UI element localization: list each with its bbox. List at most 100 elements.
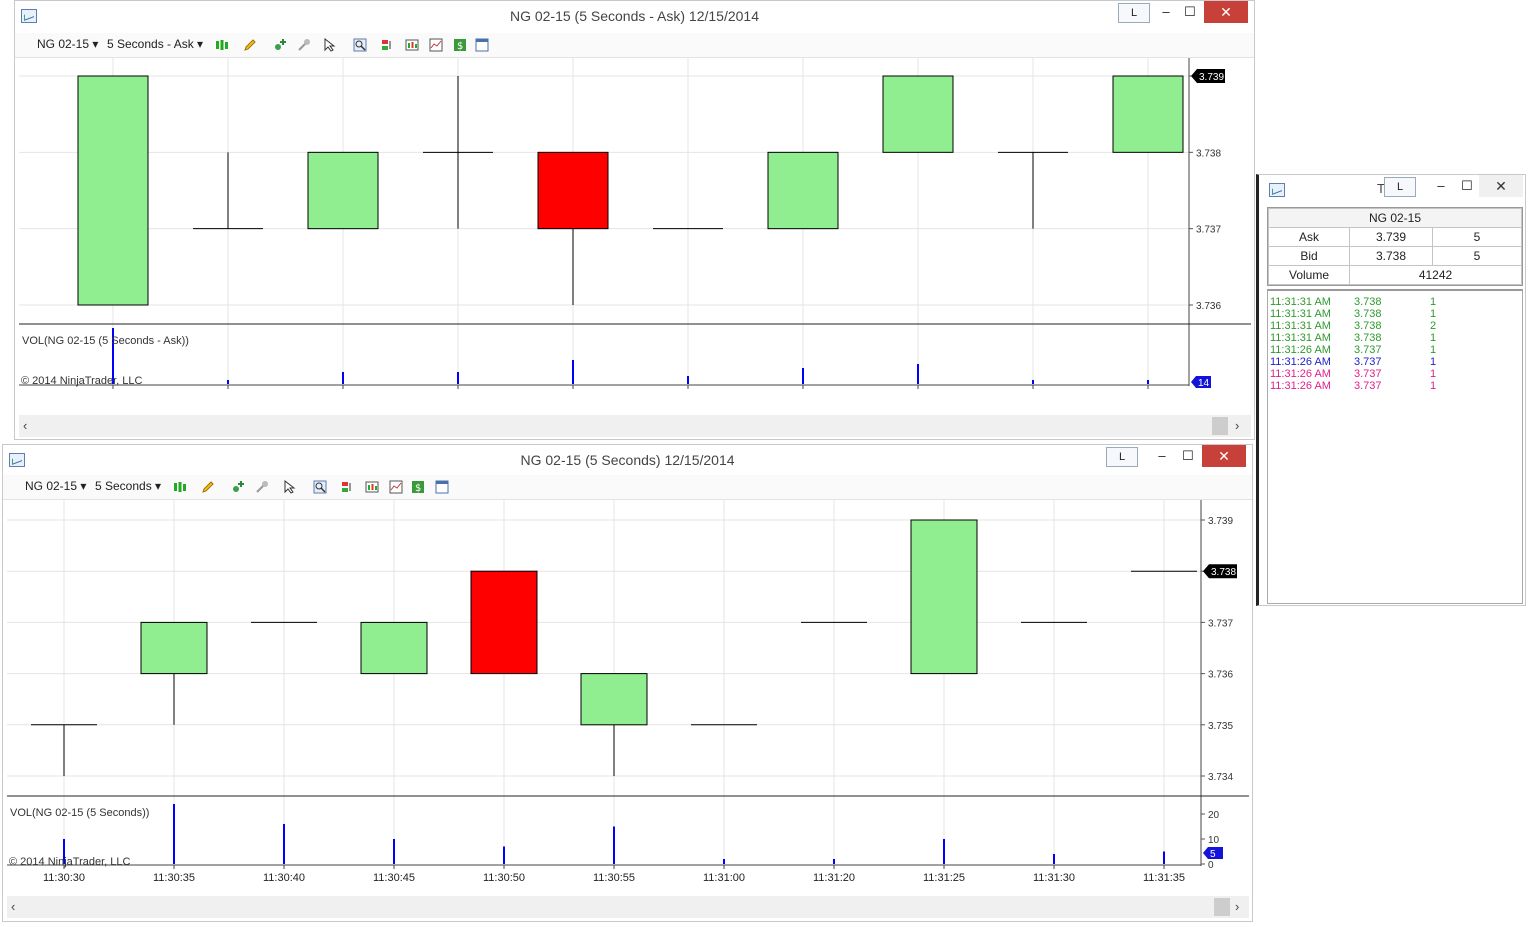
maximize-button[interactable]: ☐ — [1180, 1, 1200, 23]
close-button[interactable]: ✕ — [1479, 175, 1523, 197]
indicators-icon[interactable] — [429, 38, 443, 52]
time-tick-label: 11:30:30 — [43, 872, 85, 884]
strategies-icon[interactable]: $ — [411, 480, 425, 494]
maximize-button[interactable]: ☐ — [1178, 445, 1198, 467]
trade-time: 11:31:31 AM — [1270, 308, 1331, 320]
close-button[interactable]: ✕ — [1204, 1, 1248, 23]
scroll-left-icon[interactable]: ‹ — [23, 418, 27, 433]
period-label: 5 Seconds - Ask — [107, 37, 194, 51]
candle-up — [307, 151, 379, 230]
instrument-selector[interactable]: NG 02-15 ▾ — [25, 479, 86, 493]
scroll-right-icon[interactable]: › — [1235, 899, 1239, 914]
scroll-left-icon[interactable]: ‹ — [11, 899, 15, 914]
current-price-label: 3.738 — [1211, 567, 1236, 578]
add-indicator-icon[interactable] — [273, 38, 287, 52]
price-tick-label: 3.734 — [1208, 772, 1233, 783]
bid-price: 3.738 — [1349, 246, 1433, 266]
top-price-chart[interactable]: 3.739 3.738 3.737 3.736 11:30:35 11:30:40 11:3… — [19, 58, 1251, 393]
trade-size: 1 — [1430, 308, 1437, 320]
trade-time: 11:31:31 AM — [1270, 320, 1331, 332]
minimize-button[interactable]: – — [1152, 445, 1172, 467]
drawing-pencil-icon[interactable] — [201, 480, 215, 494]
link-button[interactable]: L — [1118, 3, 1150, 23]
trades-list[interactable]: 11:31:31 AM 3.738 1 11:31:31 AM 3.738 1 11:31:… — [1267, 289, 1523, 604]
horizontal-scrollbar[interactable]: ‹ › — [7, 896, 1249, 918]
price-tick-label: 3.736 — [1196, 301, 1221, 312]
zoom-icon[interactable] — [353, 38, 367, 52]
time-tick-label: 11:31:35 — [1127, 392, 1169, 393]
strategy-icon[interactable] — [255, 480, 269, 494]
trade-row: 11:31:26 AM 3.737 1 — [1268, 380, 1518, 392]
trade-price: 3.738 — [1354, 332, 1382, 344]
trade-time: 11:31:26 AM — [1270, 380, 1331, 392]
period-selector[interactable]: 5 Seconds - Ask ▾ — [107, 37, 203, 51]
data-series-icon[interactable] — [365, 480, 379, 494]
time-and-sales-window: T L – ☐ ✕ NG 02-15 Ask 3.739 5 Bid 3.738… — [1256, 174, 1526, 606]
top-chart-titlebar[interactable]: NG 02-15 (5 Seconds - Ask) 12/15/2014 L … — [15, 1, 1254, 33]
candle-up — [140, 621, 208, 675]
scroll-thumb[interactable] — [1214, 898, 1230, 916]
horizontal-scrollbar[interactable]: ‹ › — [19, 415, 1251, 437]
cursor-icon[interactable] — [283, 480, 297, 494]
scroll-right-icon[interactable]: › — [1235, 418, 1239, 433]
trade-size: 1 — [1430, 296, 1437, 308]
minimize-button[interactable]: – — [1431, 175, 1451, 197]
candle-down — [537, 151, 609, 230]
bottom-chart-titlebar[interactable]: NG 02-15 (5 Seconds) 12/15/2014 L – ☐ ✕ — [3, 445, 1252, 477]
candle-up — [910, 519, 978, 675]
ask-price: 3.739 — [1349, 227, 1433, 247]
volume-tick-label: 0 — [1208, 860, 1214, 871]
time-tick-label: 11:30:50 — [483, 872, 525, 884]
time-tick-label: 11:30:40 — [263, 872, 305, 884]
cursor-icon[interactable] — [323, 38, 337, 52]
properties-icon[interactable] — [475, 38, 489, 52]
order-entry-icon[interactable] — [381, 38, 395, 52]
candle-up — [580, 673, 648, 726]
time-tick-label: 11:30:35 — [153, 872, 195, 884]
indicators-icon[interactable] — [389, 480, 403, 494]
strategy-icon[interactable] — [297, 38, 311, 52]
trade-size: 1 — [1430, 332, 1437, 344]
volume-tick-label: 20 — [1208, 810, 1220, 821]
trade-row: 11:31:26 AM 3.737 1 — [1268, 344, 1518, 356]
candle-up — [1112, 75, 1184, 153]
time-tick-label: 11:30:35 — [92, 392, 134, 393]
ts-app-icon — [1269, 183, 1285, 197]
trade-price: 3.737 — [1354, 368, 1382, 380]
trade-row: 11:31:31 AM 3.738 1 — [1268, 332, 1518, 344]
chart-style-icon[interactable] — [173, 480, 187, 494]
trade-price: 3.738 — [1354, 296, 1382, 308]
trade-row: 11:31:31 AM 3.738 1 — [1268, 296, 1518, 308]
properties-icon[interactable] — [435, 480, 449, 494]
bid-label: Bid — [1268, 246, 1350, 266]
current-volume-label: 14 — [1198, 378, 1210, 389]
instrument-selector[interactable]: NG 02-15 ▾ — [37, 37, 98, 51]
add-indicator-icon[interactable] — [231, 480, 245, 494]
bottom-price-chart[interactable]: 3.739 3.738 3.737 3.736 3.735 3.734 20 10 0 11:30… — [7, 500, 1249, 896]
trade-price: 3.738 — [1354, 308, 1382, 320]
close-button[interactable]: ✕ — [1202, 445, 1246, 467]
window-title: NG 02-15 (5 Seconds - Ask) 12/15/2014 — [509, 8, 760, 24]
zoom-icon[interactable] — [313, 480, 327, 494]
data-series-icon[interactable] — [405, 38, 419, 52]
current-price-label: 3.739 — [1199, 72, 1224, 83]
link-button[interactable]: L — [1384, 177, 1416, 197]
scroll-thumb[interactable] — [1212, 417, 1228, 435]
strategies-icon[interactable]: $ — [453, 38, 467, 52]
maximize-button[interactable]: ☐ — [1457, 175, 1477, 197]
ts-titlebar[interactable]: T L – ☐ ✕ — [1259, 175, 1525, 203]
price-tick-label: 3.737 — [1208, 618, 1233, 629]
trade-price: 3.737 — [1354, 344, 1382, 356]
link-button[interactable]: L — [1106, 447, 1138, 467]
drawing-pencil-icon[interactable] — [243, 38, 257, 52]
minimize-button[interactable]: – — [1156, 1, 1176, 23]
order-entry-icon[interactable] — [341, 480, 355, 494]
period-selector[interactable]: 5 Seconds ▾ — [95, 479, 161, 493]
chart-style-icon[interactable] — [215, 38, 229, 52]
trade-size: 1 — [1430, 368, 1437, 380]
instrument-label: NG 02-15 — [25, 479, 78, 493]
price-tick-label: 3.735 — [1208, 721, 1233, 732]
trade-time: 11:31:31 AM — [1270, 296, 1331, 308]
chart-toolbar: NG 02-15 ▾ 5 Seconds - Ask ▾ $ — [15, 33, 1254, 58]
svg-text:$: $ — [457, 41, 463, 52]
